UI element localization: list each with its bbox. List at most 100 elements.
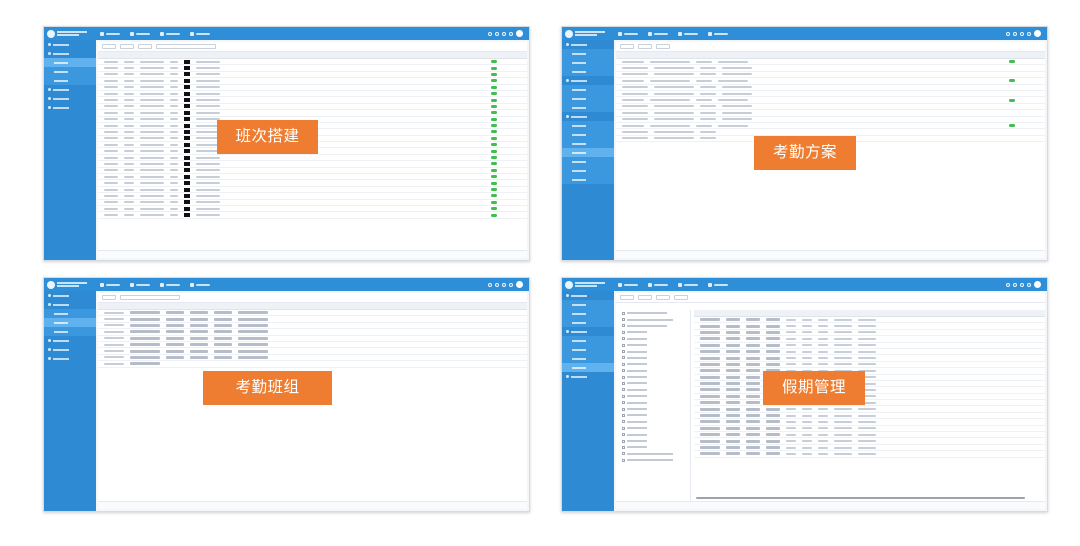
- toggle-on-icon[interactable]: [491, 136, 497, 140]
- sidebar-item[interactable]: [562, 291, 614, 300]
- bell-icon[interactable]: [495, 282, 499, 287]
- toggle-on-icon[interactable]: [491, 104, 497, 108]
- sidebar-item[interactable]: [44, 327, 96, 336]
- search-icon[interactable]: [488, 31, 492, 36]
- top-menu-item[interactable]: [678, 31, 698, 36]
- toggle-on-icon[interactable]: [491, 117, 497, 121]
- toggle-on-icon[interactable]: [491, 130, 497, 134]
- horizontal-scrollbar[interactable]: [696, 497, 1025, 499]
- sidebar-item[interactable]: [562, 85, 614, 94]
- avatar-icon[interactable]: [1034, 30, 1041, 37]
- toolbar-button[interactable]: [102, 44, 116, 49]
- sidebar-item[interactable]: [562, 300, 614, 309]
- sidebar-item[interactable]: [562, 354, 614, 363]
- settings-icon[interactable]: [1020, 31, 1024, 36]
- top-menu-item[interactable]: [708, 282, 728, 287]
- avatar-icon[interactable]: [1034, 281, 1041, 288]
- toolbar-button[interactable]: [656, 295, 670, 300]
- sidebar-item[interactable]: [44, 103, 96, 112]
- toggle-on-icon[interactable]: [491, 207, 497, 211]
- toolbar-button[interactable]: [656, 44, 670, 49]
- sidebar-item[interactable]: [44, 94, 96, 103]
- toggle-on-icon[interactable]: [491, 188, 497, 191]
- top-menu-item[interactable]: [100, 282, 120, 287]
- sidebar-item[interactable]: [562, 76, 614, 85]
- toggle-on-icon[interactable]: [491, 175, 497, 179]
- sidebar-item[interactable]: [562, 157, 614, 166]
- toggle-on-icon[interactable]: [491, 98, 497, 102]
- sidebar-item[interactable]: [562, 372, 614, 381]
- sidebar-item[interactable]: [44, 67, 96, 76]
- sidebar-item[interactable]: [562, 112, 614, 121]
- toolbar-button[interactable]: [620, 44, 634, 49]
- toggle-on-icon[interactable]: [491, 143, 497, 147]
- search-icon[interactable]: [488, 282, 492, 287]
- top-menu-item[interactable]: [100, 31, 120, 36]
- grid-icon[interactable]: [509, 31, 513, 36]
- toggle-on-icon[interactable]: [1009, 60, 1015, 64]
- sidebar-item[interactable]: [562, 336, 614, 345]
- grid-icon[interactable]: [509, 282, 513, 287]
- toggle-on-icon[interactable]: [491, 92, 497, 96]
- toggle-on-icon[interactable]: [491, 181, 497, 185]
- toggle-on-icon[interactable]: [1009, 79, 1015, 83]
- toggle-on-icon[interactable]: [491, 111, 497, 115]
- toggle-on-icon[interactable]: [491, 168, 497, 172]
- sidebar-item[interactable]: [44, 40, 96, 49]
- sidebar-item[interactable]: [44, 336, 96, 345]
- toggle-on-icon[interactable]: [491, 200, 497, 204]
- toggle-on-icon[interactable]: [491, 156, 497, 160]
- toggle-on-icon[interactable]: [491, 194, 497, 198]
- top-menu-item[interactable]: [678, 282, 698, 287]
- sidebar-item[interactable]: [562, 148, 614, 157]
- toggle-on-icon[interactable]: [491, 66, 497, 70]
- sidebar-item[interactable]: [562, 363, 614, 372]
- toolbar-button[interactable]: [638, 44, 652, 49]
- toggle-on-icon[interactable]: [491, 60, 497, 64]
- avatar-icon[interactable]: [516, 30, 523, 37]
- sidebar-item[interactable]: [44, 58, 96, 67]
- sidebar-item[interactable]: [44, 300, 96, 309]
- table-row[interactable]: [98, 361, 527, 368]
- table-row[interactable]: [98, 212, 527, 219]
- sidebar-item[interactable]: [562, 166, 614, 175]
- top-menu-item[interactable]: [160, 31, 180, 36]
- sidebar-item[interactable]: [562, 130, 614, 139]
- top-menu-item[interactable]: [130, 31, 150, 36]
- toggle-on-icon[interactable]: [491, 72, 497, 76]
- top-menu-item[interactable]: [618, 282, 638, 287]
- toggle-on-icon[interactable]: [1009, 98, 1015, 102]
- grid-icon[interactable]: [1027, 282, 1031, 287]
- toggle-on-icon[interactable]: [491, 85, 497, 89]
- top-menu-item[interactable]: [708, 31, 728, 36]
- sidebar-item[interactable]: [562, 309, 614, 318]
- settings-icon[interactable]: [502, 31, 506, 36]
- sidebar-item[interactable]: [562, 175, 614, 184]
- sidebar-item[interactable]: [562, 40, 614, 49]
- top-menu-item[interactable]: [618, 31, 638, 36]
- sidebar-item[interactable]: [562, 49, 614, 58]
- settings-icon[interactable]: [502, 282, 506, 287]
- search-input[interactable]: [120, 295, 180, 300]
- sidebar-item[interactable]: [44, 49, 96, 58]
- toggle-on-icon[interactable]: [491, 149, 497, 153]
- toolbar-button[interactable]: [620, 295, 634, 300]
- top-menu-item[interactable]: [190, 31, 210, 36]
- sidebar-item[interactable]: [44, 318, 96, 327]
- sidebar-item[interactable]: [562, 345, 614, 354]
- toggle-on-icon[interactable]: [491, 162, 497, 166]
- bell-icon[interactable]: [495, 31, 499, 36]
- top-menu-item[interactable]: [190, 282, 210, 287]
- toolbar-button[interactable]: [638, 295, 652, 300]
- toolbar-button[interactable]: [120, 44, 134, 49]
- sidebar-item[interactable]: [44, 76, 96, 85]
- table-row[interactable]: [694, 451, 1045, 458]
- toggle-on-icon[interactable]: [491, 213, 497, 217]
- toggle-on-icon[interactable]: [491, 124, 497, 128]
- toolbar-button[interactable]: [674, 295, 688, 300]
- top-menu-item[interactable]: [648, 31, 668, 36]
- grid-icon[interactable]: [1027, 31, 1031, 36]
- sidebar-item[interactable]: [562, 94, 614, 103]
- bell-icon[interactable]: [1013, 282, 1017, 287]
- top-menu-item[interactable]: [648, 282, 668, 287]
